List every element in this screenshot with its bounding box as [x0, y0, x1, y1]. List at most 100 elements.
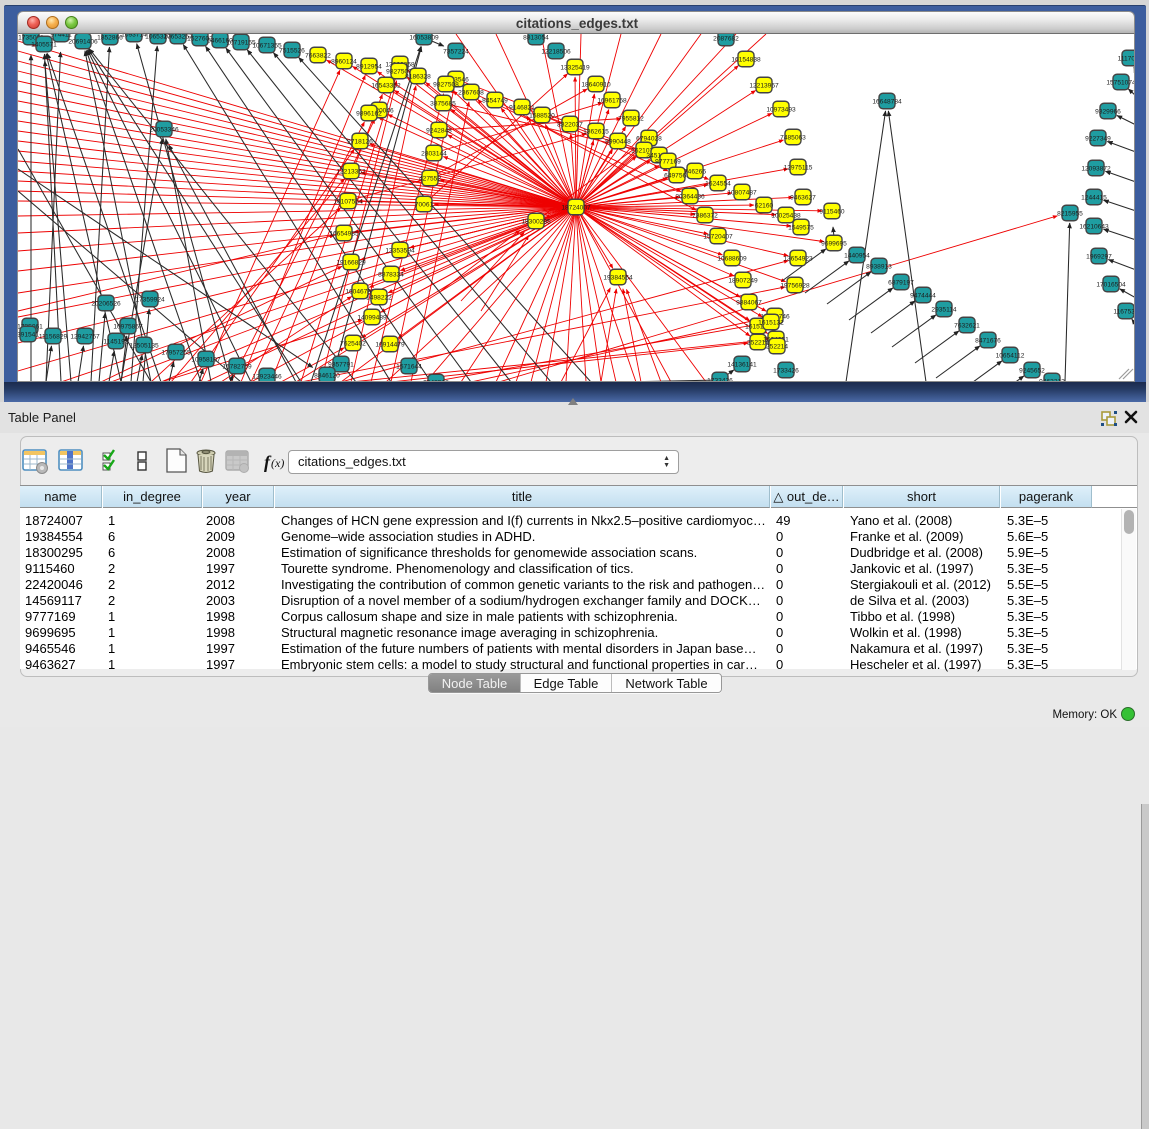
svg-text:6794028: 6794028: [636, 135, 662, 142]
svg-text:10807487: 10807487: [727, 189, 757, 196]
svg-text:16782759: 16782759: [222, 363, 252, 370]
svg-text:7485063: 7485063: [780, 134, 806, 141]
svg-text:10688609: 10688609: [717, 255, 747, 262]
svg-text:17957255: 17957255: [161, 349, 191, 356]
svg-text:8990448: 8990448: [605, 138, 631, 145]
svg-text:18300295: 18300295: [521, 218, 551, 225]
svg-text:20691406: 20691406: [68, 38, 98, 45]
svg-text:8186328: 8186328: [405, 73, 431, 80]
svg-text:10025438: 10025438: [771, 212, 801, 219]
svg-text:1624554: 1624554: [705, 180, 731, 187]
svg-text:1093714: 1093714: [121, 34, 147, 38]
svg-text:427552: 427552: [419, 175, 441, 182]
svg-text:17016504: 17016504: [1096, 281, 1126, 288]
svg-text:9884067: 9884067: [736, 299, 762, 306]
svg-text:17359924: 17359924: [135, 296, 165, 303]
svg-text:1362615: 1362615: [583, 128, 609, 135]
svg-text:9245652: 9245652: [1019, 367, 1045, 374]
svg-text:8912954: 8912954: [356, 63, 382, 70]
svg-text:11156829: 11156829: [39, 333, 68, 340]
svg-text:16914479: 16914479: [375, 341, 405, 348]
svg-text:16154838: 16154838: [731, 56, 761, 63]
svg-text:8471676: 8471676: [975, 337, 1001, 344]
svg-text:8454749: 8454749: [482, 97, 508, 104]
svg-text:20206526: 20206526: [91, 300, 121, 307]
svg-text:16210643: 16210643: [1079, 223, 1109, 230]
svg-text:9699695: 9699695: [821, 240, 847, 247]
svg-text:10958107: 10958107: [191, 356, 221, 363]
svg-text:9227349: 9227349: [1085, 135, 1111, 142]
svg-text:3875685: 3875685: [430, 100, 456, 107]
svg-text:19166829: 19166829: [336, 259, 366, 266]
svg-text:13654923: 13654923: [783, 255, 813, 262]
svg-text:12923446: 12923446: [252, 373, 282, 380]
svg-text:1615132: 1615132: [758, 319, 784, 326]
svg-text:15751074: 15751074: [1106, 79, 1135, 86]
svg-text:9146821: 9146821: [509, 104, 535, 111]
svg-text:391541: 391541: [18, 331, 39, 338]
svg-text:14136141: 14136141: [727, 361, 757, 368]
svg-text:7515526: 7515526: [279, 47, 305, 54]
svg-text:2367608: 2367608: [458, 89, 484, 96]
svg-text:1852866: 1852866: [97, 34, 123, 41]
svg-text:2803144: 2803144: [421, 150, 447, 157]
svg-text:1549575: 1549575: [788, 224, 814, 231]
svg-text:9474444: 9474444: [910, 292, 936, 299]
svg-text:13353594: 13353594: [385, 247, 415, 254]
svg-text:10107554: 10107554: [333, 198, 363, 205]
svg-text:14099489: 14099489: [357, 314, 387, 321]
svg-text:10654112: 10654112: [996, 352, 1025, 359]
svg-text:9115460: 9115460: [819, 208, 845, 215]
svg-text:7386372: 7386372: [692, 212, 718, 219]
svg-text:1405571: 1405571: [31, 41, 57, 48]
svg-text:12093872: 12093872: [1081, 165, 1111, 172]
svg-text:8813054: 8813054: [523, 34, 549, 41]
svg-text:1440954: 1440954: [844, 252, 870, 259]
svg-text:12213362: 12213362: [336, 168, 366, 175]
svg-text:9777169: 9777169: [655, 158, 681, 165]
svg-text:1117045: 1117045: [1118, 55, 1135, 62]
svg-text:18907249: 18907249: [728, 277, 758, 284]
svg-text:2718126: 2718126: [347, 138, 373, 145]
svg-text:62160: 62160: [755, 202, 774, 209]
svg-text:13325419: 13325419: [560, 64, 590, 71]
svg-text:12975115: 12975115: [784, 164, 813, 171]
svg-text:9329966: 9329966: [1095, 108, 1121, 115]
svg-text:19756928: 19756928: [780, 282, 810, 289]
svg-text:2935114: 2935114: [931, 306, 957, 313]
svg-text:1145193: 1145193: [103, 338, 129, 345]
svg-text:7632621: 7632621: [954, 322, 980, 329]
svg-text:18640910: 18640910: [581, 81, 611, 88]
svg-text:10973493: 10973493: [766, 106, 796, 113]
svg-text:18724007: 18724007: [561, 204, 591, 211]
svg-text:10975867: 10975867: [113, 323, 143, 330]
svg-text:7625402: 7625402: [340, 340, 366, 347]
svg-text:70061: 70061: [415, 201, 434, 208]
svg-text:16961758: 16961758: [597, 97, 627, 104]
svg-text:7955812: 7955812: [618, 115, 644, 122]
svg-text:6879197: 6879197: [888, 279, 914, 286]
svg-text:8322037: 8322037: [557, 121, 583, 128]
svg-text:16654985: 16654985: [329, 230, 359, 237]
svg-text:9242848: 9242848: [426, 127, 452, 134]
svg-text:8878334: 8878334: [378, 271, 404, 278]
svg-text:9827508: 9827508: [433, 81, 459, 88]
svg-text:252214: 252214: [766, 343, 788, 350]
svg-text:746266: 746266: [684, 168, 706, 175]
svg-text:9896162: 9896162: [356, 110, 382, 117]
svg-text:1498222: 1498222: [366, 294, 392, 301]
svg-text:8215955: 8215955: [1057, 210, 1083, 217]
svg-text:1571644: 1571644: [396, 363, 422, 370]
svg-text:7663822: 7663822: [305, 52, 331, 59]
svg-text:20364436: 20364436: [675, 193, 705, 200]
svg-text:16648784: 16648784: [872, 98, 902, 105]
svg-text:12505135: 12505135: [129, 342, 159, 349]
svg-text:8846120: 8846120: [314, 372, 340, 379]
svg-text:16543362: 16543362: [371, 82, 401, 89]
svg-text:12213967: 12213967: [749, 82, 779, 89]
svg-text:(x): (x): [271, 456, 284, 470]
svg-text:9463627: 9463627: [790, 194, 816, 201]
svg-text:8938913: 8938913: [866, 263, 892, 270]
svg-text:1969297: 1969297: [1086, 253, 1112, 260]
svg-text:15720407: 15720407: [703, 233, 733, 240]
